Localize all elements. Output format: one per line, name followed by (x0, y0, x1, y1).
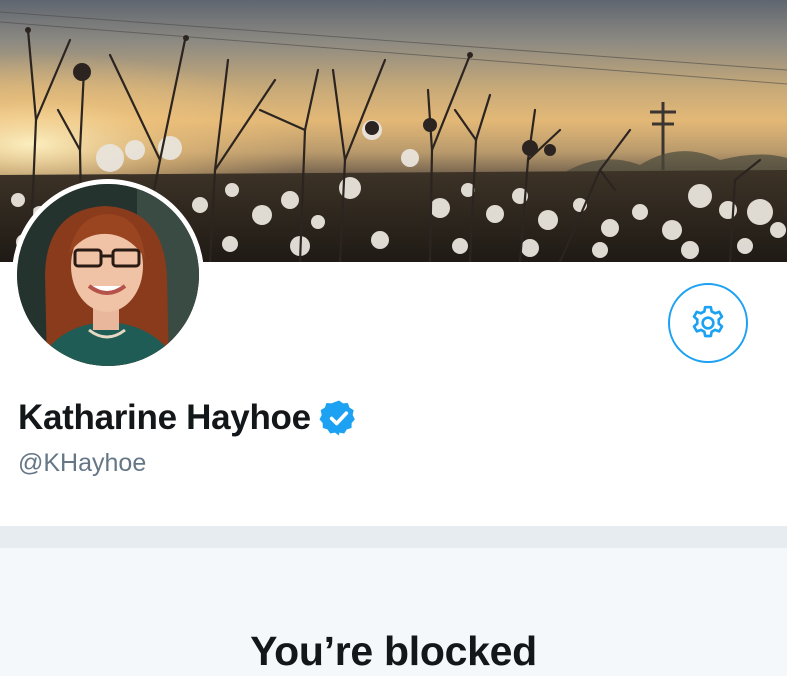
avatar[interactable] (12, 179, 204, 371)
display-name-row: Katharine Hayhoe (18, 398, 359, 438)
blocked-title: You’re blocked (250, 628, 537, 674)
blocked-panel: You’re blocked (0, 548, 787, 676)
avatar-photo (17, 184, 199, 366)
user-handle: @KHayhoe (18, 449, 147, 477)
section-divider (0, 526, 787, 548)
display-name: Katharine Hayhoe (18, 398, 311, 437)
verified-badge-icon (319, 398, 359, 438)
settings-button[interactable] (668, 283, 748, 363)
gear-icon (692, 305, 724, 338)
